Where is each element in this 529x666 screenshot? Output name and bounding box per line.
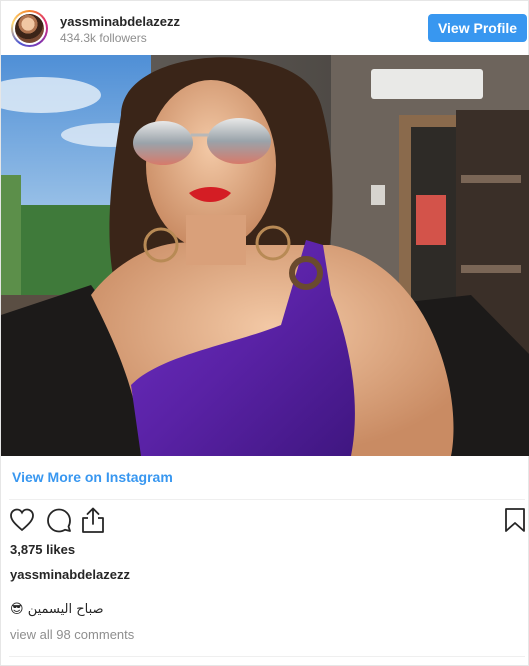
username[interactable]: yassminabdelazezz (60, 14, 180, 29)
instagram-embed: yassminabdelazezz 434.3k followers View … (0, 0, 529, 666)
bookmark-icon[interactable] (503, 507, 527, 533)
view-profile-button[interactable]: View Profile (428, 14, 527, 42)
caption-text: 😎 صباح اليسمين (10, 602, 104, 617)
divider (9, 656, 525, 657)
caption-username[interactable]: yassminabdelazezz (10, 567, 130, 582)
follower-count: 434.3k followers (60, 31, 147, 45)
comment-icon[interactable] (46, 507, 72, 533)
avatar[interactable] (11, 10, 48, 47)
post-header: yassminabdelazezz 434.3k followers View … (1, 1, 529, 55)
heart-icon[interactable] (9, 507, 35, 533)
view-more-on-instagram-link[interactable]: View More on Instagram (12, 469, 173, 485)
divider (9, 499, 525, 500)
post-photo-image (1, 55, 529, 456)
view-all-comments-link[interactable]: view all 98 comments (10, 627, 134, 642)
like-count: 3,875 likes (10, 542, 76, 557)
post-photo[interactable] (1, 55, 529, 456)
avatar-image (15, 14, 44, 43)
share-icon[interactable] (80, 506, 106, 534)
